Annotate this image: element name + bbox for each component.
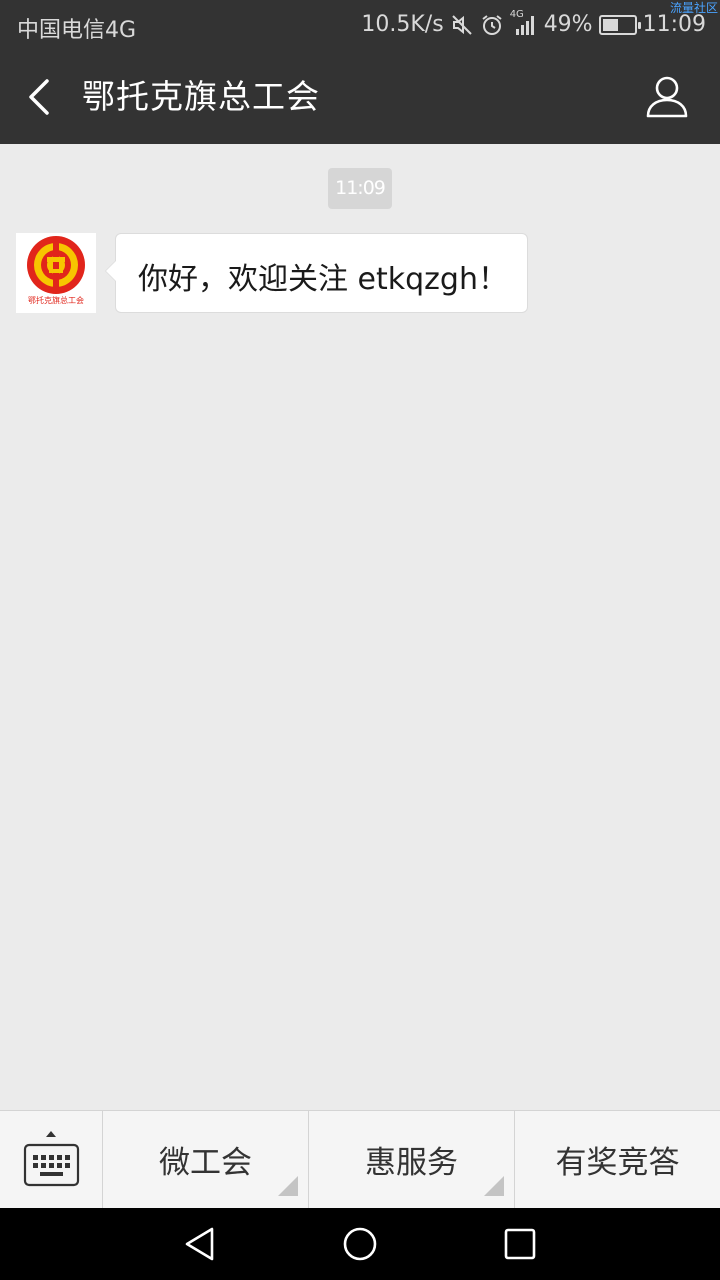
alarm-icon xyxy=(480,13,504,37)
nav-recents-button[interactable] xyxy=(502,1226,538,1262)
menu-item-label: 有奖竞答 xyxy=(555,1145,680,1181)
submenu-indicator-icon xyxy=(484,1176,504,1196)
network-speed: 10.5K/s xyxy=(361,12,444,37)
avatar[interactable]: 鄂托克旗总工会 xyxy=(16,233,96,313)
message-bubble[interactable]: 你好，欢迎关注 etkqzgh！ xyxy=(105,233,528,313)
menu-bar: 微工会 惠服务 有奖竞答 xyxy=(0,1110,720,1208)
submenu-indicator-icon xyxy=(278,1176,298,1196)
status-icons: 10.5K/s 4G 49% 11:09 xyxy=(361,9,706,38)
home-circle-icon xyxy=(343,1227,377,1261)
person-icon xyxy=(646,76,688,118)
back-button[interactable] xyxy=(20,76,60,118)
title-bar: 鄂托克旗总工会 xyxy=(0,50,720,144)
page-title: 鄂托克旗总工会 xyxy=(82,77,320,116)
battery-level-fill xyxy=(602,18,618,31)
message-timestamp: 11:09 xyxy=(328,168,392,209)
signal-icon: 4G xyxy=(510,9,538,37)
menu-item-label: 惠服务 xyxy=(365,1145,458,1181)
status-time: 11:09 xyxy=(642,12,706,37)
recents-square-icon xyxy=(504,1228,536,1260)
message-text: 你好，欢迎关注 etkqzgh！ xyxy=(138,262,508,297)
chevron-left-icon xyxy=(29,79,49,115)
nav-home-button[interactable] xyxy=(342,1226,378,1262)
battery-percent: 49% xyxy=(543,12,593,37)
nav-back-button[interactable] xyxy=(182,1226,218,1262)
battery-icon xyxy=(598,14,641,35)
network-type-label: 4G xyxy=(509,8,524,20)
menu-item-youjiang-jingda[interactable]: 有奖竞答 xyxy=(515,1111,720,1208)
bubble-tail xyxy=(106,261,116,281)
status-bar: 中国电信4G 流量社区 10.5K/s 4G 49% 11:09 xyxy=(0,0,720,50)
avatar-caption: 鄂托克旗总工会 xyxy=(28,296,84,305)
back-triangle-icon xyxy=(185,1227,214,1261)
profile-button[interactable] xyxy=(644,74,690,120)
carrier-label: 中国电信4G xyxy=(17,18,137,43)
keyboard-toggle-button[interactable] xyxy=(0,1111,103,1208)
menu-item-label: 微工会 xyxy=(159,1145,252,1181)
system-nav-bar xyxy=(0,1208,720,1280)
mute-icon xyxy=(450,13,474,37)
keyboard-icon xyxy=(23,1131,80,1187)
menu-item-wei-gonghui[interactable]: 微工会 xyxy=(103,1111,309,1208)
chat-area[interactable]: 11:09 鄂托克旗总工会 你好，欢迎关注 etkqzgh！ xyxy=(0,144,720,1110)
menu-item-hui-fuwu[interactable]: 惠服务 xyxy=(309,1111,515,1208)
